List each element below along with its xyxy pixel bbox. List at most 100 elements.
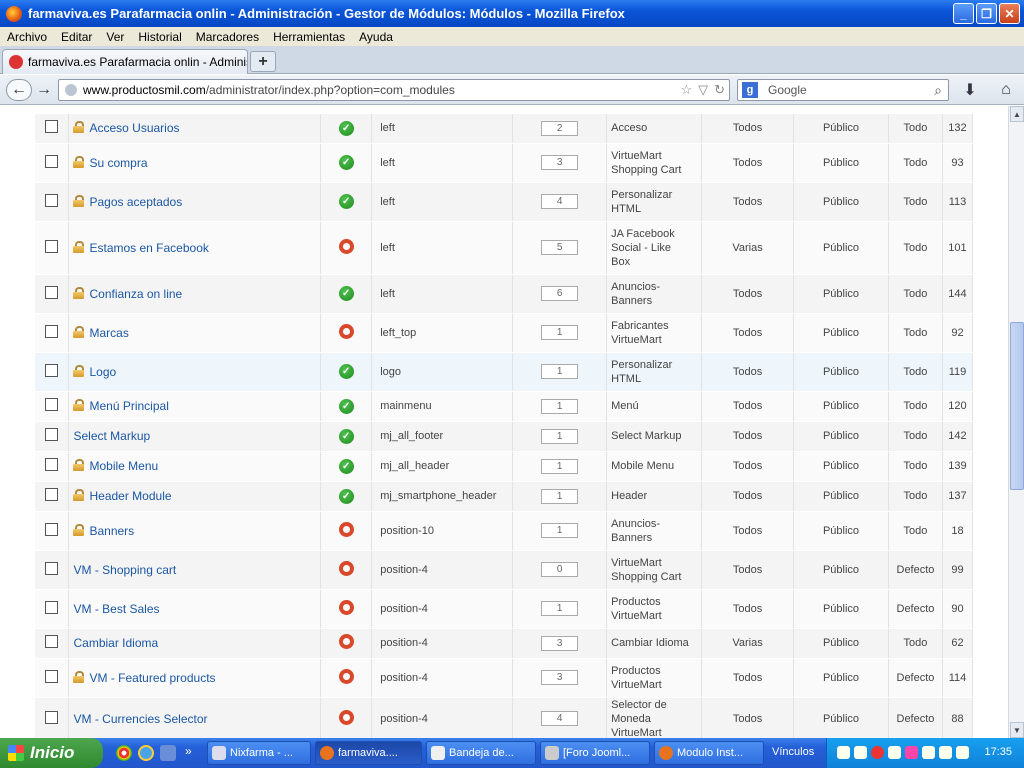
reload-icon[interactable]: ↻ [714,82,725,98]
show-desktop-icon[interactable] [160,745,176,761]
published-icon[interactable]: ✓ [338,428,354,444]
row-checkbox[interactable] [45,458,59,471]
history-dropdown-icon[interactable]: ▽ [698,82,708,98]
row-checkbox[interactable] [45,398,59,411]
new-tab-button[interactable]: + [250,51,276,72]
order-input[interactable]: 6 [541,286,579,301]
tray-app-icon[interactable] [888,746,901,759]
tray-alert-icon[interactable] [905,746,918,759]
published-icon[interactable]: ✓ [338,155,354,170]
unpublished-icon[interactable] [338,238,354,254]
module-title-link[interactable]: Select Markup [73,429,150,443]
tray-shield-icon[interactable] [956,746,969,759]
row-checkbox[interactable] [45,600,59,614]
unpublished-icon[interactable] [338,560,354,576]
close-button[interactable]: ✕ [999,3,1020,24]
published-icon[interactable]: ✓ [338,364,354,379]
unpublished-icon[interactable] [338,323,354,339]
scroll-up-button[interactable]: ▲ [1010,106,1024,122]
order-input[interactable]: 1 [541,325,579,340]
module-title-link[interactable]: Menú Principal [89,399,168,413]
module-title-link[interactable]: Su compra [89,156,147,170]
module-title-link[interactable]: Logo [89,365,116,379]
menu-ver[interactable]: Ver [99,30,131,44]
order-input[interactable]: 1 [541,523,579,538]
row-checkbox[interactable] [45,561,59,575]
scroll-down-button[interactable]: ▼ [1010,722,1024,738]
quicklaunch-overflow-icon[interactable]: » [185,744,192,758]
lock-icon[interactable] [73,155,85,168]
module-title-link[interactable]: VM - Featured products [89,671,215,685]
unpublished-icon[interactable] [338,668,354,684]
lock-icon[interactable] [73,399,85,411]
row-checkbox[interactable] [45,428,59,441]
url-bar[interactable]: www.productosmil.com/administrator/index… [58,79,730,101]
task-bandeja[interactable]: Bandeja de... [426,741,536,765]
tray-antivirus-icon[interactable] [871,746,884,759]
google-icon[interactable]: g [742,82,758,98]
unpublished-icon[interactable] [338,521,354,537]
module-title-link[interactable]: Pagos aceptados [89,195,182,209]
menu-ayuda[interactable]: Ayuda [352,30,400,44]
order-input[interactable]: 3 [541,155,579,170]
row-checkbox[interactable] [45,710,59,724]
order-input[interactable]: 3 [541,635,579,651]
row-checkbox[interactable] [45,669,59,683]
lock-icon[interactable] [73,523,85,536]
order-input[interactable]: 1 [541,458,579,474]
bookmark-star-icon[interactable]: ☆ [680,82,692,98]
task-nixfarma[interactable]: Nixfarma - ... [207,741,311,765]
published-icon[interactable]: ✓ [338,194,354,209]
module-title-link[interactable]: Header Module [89,489,171,503]
module-title-link[interactable]: VM - Best Sales [73,602,159,616]
unpublished-icon[interactable] [338,709,354,725]
published-icon[interactable]: ✓ [338,286,354,301]
order-input[interactable]: 1 [541,364,579,379]
tray-search-icon[interactable] [837,746,850,759]
browser-tab[interactable]: farmaviva.es Parafarmacia onlin - Admini… [2,49,248,74]
unpublished-icon[interactable] [338,634,354,649]
order-input[interactable]: 1 [541,601,579,616]
module-title-link[interactable]: VM - Shopping cart [73,563,176,577]
module-title-link[interactable]: Cambiar Idioma [73,636,158,650]
order-input[interactable]: 1 [541,488,579,504]
minimize-button[interactable]: _ [953,3,974,24]
published-icon[interactable]: ✓ [338,458,354,474]
lock-icon[interactable] [73,240,85,253]
lock-icon[interactable] [73,121,85,134]
module-title-link[interactable]: Estamos en Facebook [89,241,208,255]
row-checkbox[interactable] [45,154,59,168]
row-checkbox[interactable] [45,285,59,299]
lock-icon[interactable] [73,286,85,299]
task-farmaviva[interactable]: farmaviva.... [315,741,422,765]
lock-icon[interactable] [73,489,85,501]
home-icon[interactable]: ⌂ [996,79,1016,101]
lock-icon[interactable] [73,670,85,683]
published-icon[interactable]: ✓ [338,120,354,136]
menu-historial[interactable]: Historial [131,30,188,44]
menu-marcadores[interactable]: Marcadores [189,30,266,44]
row-checkbox[interactable] [45,324,59,338]
internet-explorer-icon[interactable] [138,745,154,761]
site-identity-icon[interactable] [65,84,77,96]
module-title-link[interactable]: Mobile Menu [89,459,158,473]
search-input[interactable]: Google [768,83,807,97]
module-title-link[interactable]: Confianza on line [89,287,182,301]
tray-display-icon[interactable] [922,746,935,759]
order-input[interactable]: 0 [541,562,579,577]
row-checkbox[interactable] [45,635,59,648]
row-checkbox[interactable] [45,120,59,134]
order-input[interactable]: 2 [541,120,579,136]
lock-icon[interactable] [73,364,85,377]
module-title-link[interactable]: Marcas [89,326,128,340]
lock-icon[interactable] [73,459,85,471]
row-checkbox[interactable] [45,522,59,536]
search-bar[interactable]: g Google ⌕ [737,79,949,101]
order-input[interactable]: 4 [541,194,579,209]
task-modulo[interactable]: Modulo Inst... [654,741,764,765]
download-icon[interactable]: ⬇ [960,79,980,101]
unpublished-icon[interactable] [338,599,354,615]
row-checkbox[interactable] [45,193,59,207]
order-input[interactable]: 5 [541,240,579,255]
module-title-link[interactable]: Banners [89,524,134,538]
